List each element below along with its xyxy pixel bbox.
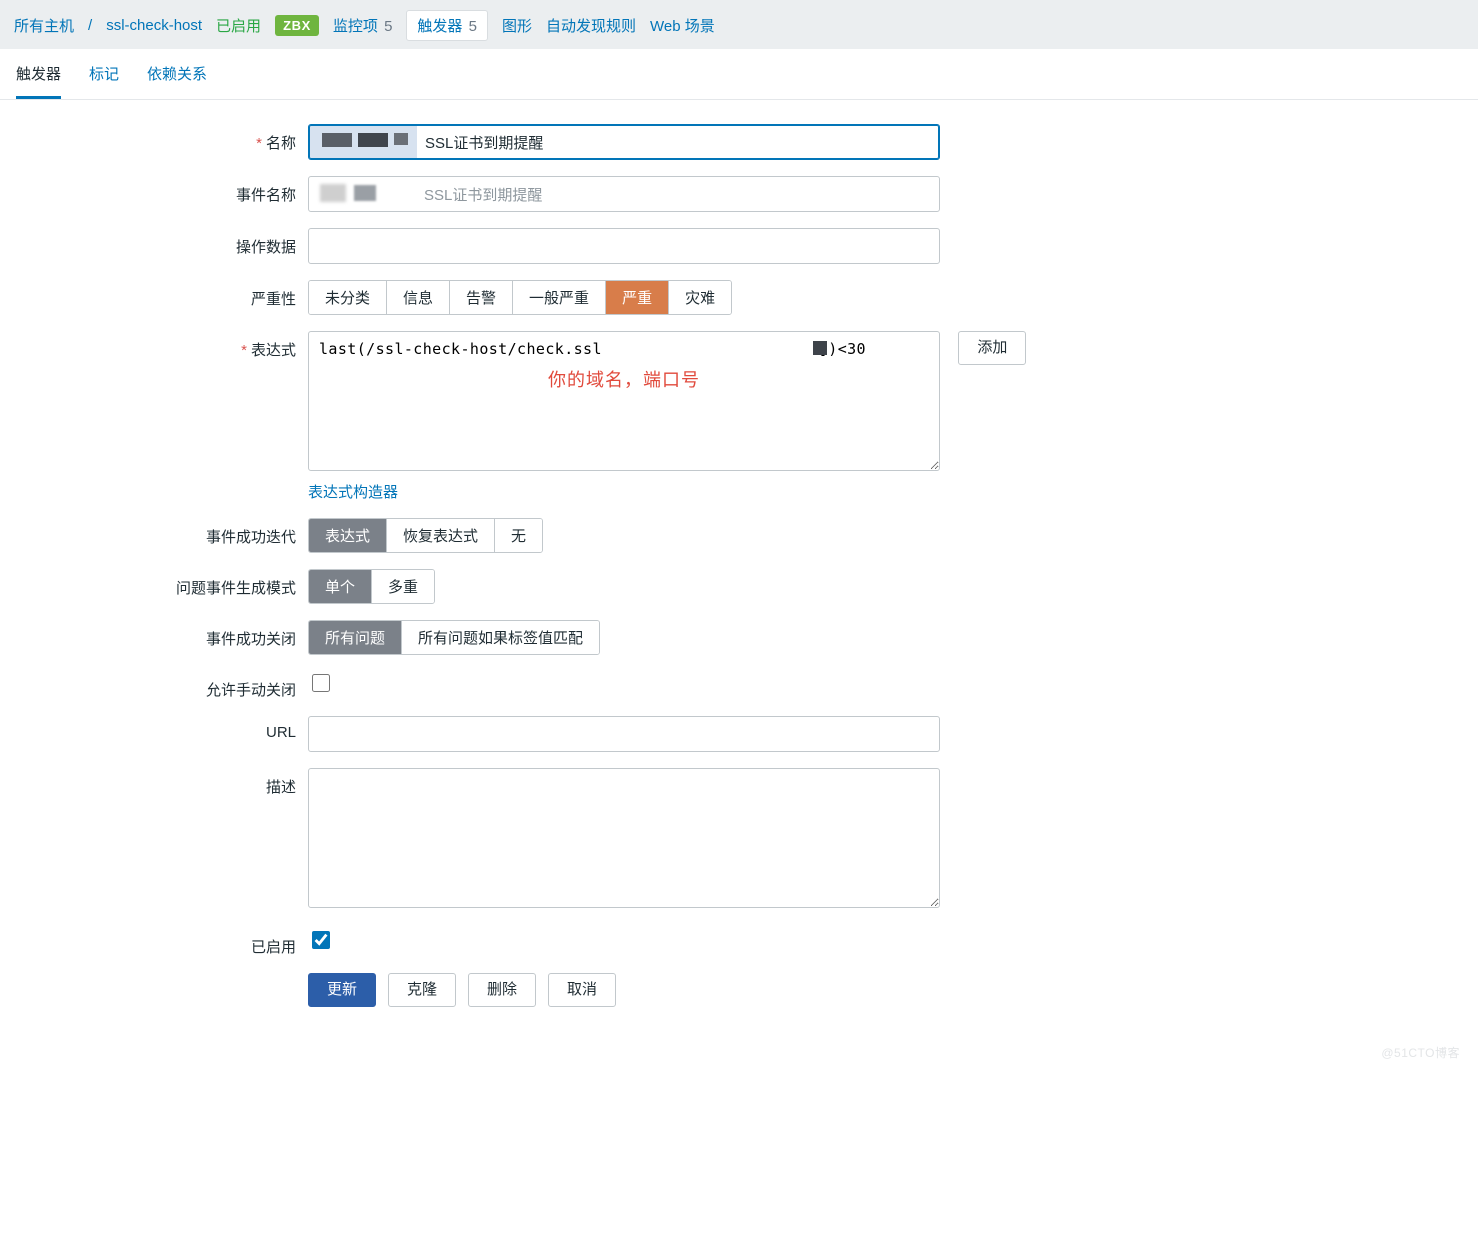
tab-trigger[interactable]: 触发器 [16,63,61,99]
severity-1[interactable]: 信息 [387,281,450,314]
manual-close-checkbox[interactable] [312,674,330,692]
page: 所有主机 / ssl-check-host 已启用 ZBX 监控项 5 触发器 … [0,0,1478,1067]
ok-iter-group: 表达式 恢复表达式 无 [308,518,543,553]
severity-group: 未分类 信息 告警 一般严重 严重 灾难 [308,280,732,315]
severity-2[interactable]: 告警 [450,281,513,314]
breadcrumb-bar: 所有主机 / ssl-check-host 已启用 ZBX 监控项 5 触发器 … [0,0,1478,49]
link-host[interactable]: ssl-check-host [106,17,202,34]
label-url: URL [16,716,308,741]
event-placeholder: SSL证书到期提醒 [424,184,542,205]
severity-4[interactable]: 严重 [606,281,669,314]
label-op-data: 操作数据 [16,228,308,257]
ok-close-group: 所有问题 所有问题如果标签值匹配 [308,620,600,655]
op-data-input[interactable] [308,228,940,264]
nav-discovery[interactable]: 自动发现规则 [546,15,636,36]
ok-close-1[interactable]: 所有问题如果标签值匹配 [402,621,599,654]
ok-iter-1[interactable]: 恢复表达式 [387,519,495,552]
description-textarea[interactable] [308,768,940,908]
cancel-button[interactable]: 取消 [548,973,616,1007]
redaction-overlay [320,184,376,202]
nav-items[interactable]: 监控项 5 [333,15,393,36]
label-enabled: 已启用 [16,928,308,957]
tab-dependencies[interactable]: 依赖关系 [147,63,207,99]
label-event-name: 事件名称 [16,176,308,205]
event-name-input[interactable] [308,176,940,212]
label-gen-mode: 问题事件生成模式 [16,569,308,598]
tab-tags[interactable]: 标记 [89,63,119,99]
ok-close-0[interactable]: 所有问题 [309,621,402,654]
zbx-badge: ZBX [275,15,319,36]
ok-iter-2[interactable]: 无 [495,519,542,552]
watermark: @51CTO博客 [1381,1044,1460,1061]
nav-items-label: 监控项 [333,18,378,35]
delete-button[interactable]: 删除 [468,973,536,1007]
update-button[interactable]: 更新 [308,973,376,1007]
severity-3[interactable]: 一般严重 [513,281,606,314]
trigger-form: *名称 事件名称 SSL证书到期提醒 操作数据 [0,100,1478,1067]
severity-0[interactable]: 未分类 [309,281,387,314]
redaction-overlay [322,133,408,147]
tabs: 触发器 标记 依赖关系 [0,49,1478,100]
label-ok-iter: 事件成功迭代 [16,518,308,547]
label-description: 描述 [16,768,308,797]
label-expression: *表达式 [16,331,308,360]
status-enabled: 已启用 [216,15,261,36]
url-input[interactable] [308,716,940,752]
clone-button[interactable]: 克隆 [388,973,456,1007]
nav-triggers[interactable]: 触发器 5 [406,10,488,41]
nav-items-count: 5 [384,18,392,35]
label-manual-close: 允许手动关闭 [16,671,308,700]
enabled-checkbox[interactable] [312,931,330,949]
gen-mode-group: 单个 多重 [308,569,435,604]
expression-textarea[interactable] [308,331,940,471]
nav-triggers-label: 触发器 [417,18,462,35]
add-button[interactable]: 添加 [958,331,1026,365]
label-name: *名称 [16,124,308,153]
link-all-hosts[interactable]: 所有主机 [14,15,74,36]
nav-graphs[interactable]: 图形 [502,15,532,36]
ok-iter-0[interactable]: 表达式 [309,519,387,552]
gen-mode-1[interactable]: 多重 [372,570,434,603]
nav-web[interactable]: Web 场景 [650,15,715,36]
gen-mode-0[interactable]: 单个 [309,570,372,603]
nav-triggers-count: 5 [469,18,477,35]
actions: 更新 克隆 删除 取消 [308,973,616,1007]
label-severity: 严重性 [16,280,308,309]
separator: / [88,17,92,34]
severity-5[interactable]: 灾难 [669,281,731,314]
label-ok-close: 事件成功关闭 [16,620,308,649]
expression-builder-link[interactable]: 表达式构造器 [308,481,398,502]
